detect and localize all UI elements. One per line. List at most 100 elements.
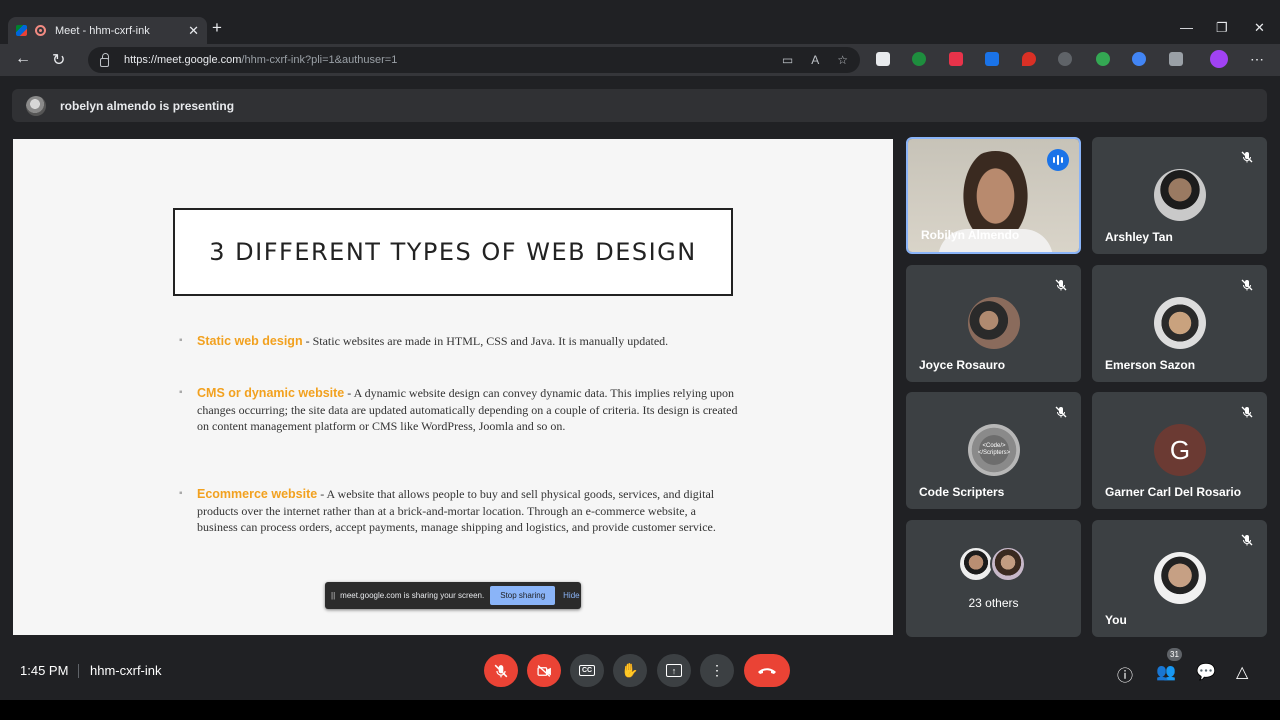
others-tile[interactable]: 23 others (906, 520, 1081, 637)
participant-tile[interactable]: Arshley Tan (1092, 137, 1267, 254)
participant-name: Robilyn Almendo (921, 228, 1020, 242)
meet-favicon-icon (16, 25, 27, 36)
others-count: 23 others (968, 596, 1019, 610)
skype-icon[interactable] (985, 52, 999, 66)
lock-icon (100, 52, 109, 67)
url-actions: ▭ A ☆ (782, 53, 848, 67)
meeting-controls-bar: 1:45 PM hhm-cxrf-ink CC ✋ ↑ ⋮ ⓘ 👥 31 💬 △ (0, 640, 1280, 700)
shared-screen: 3 DIFFERENT TYPES OF WEB DESIGN ▪ Static… (13, 139, 893, 635)
speaking-indicator-icon (1047, 149, 1069, 171)
mic-off-icon (1055, 279, 1067, 291)
minimize-button[interactable]: — (1180, 20, 1193, 35)
chat-icon[interactable]: 💬 (1196, 662, 1216, 682)
puzzle-icon[interactable] (1169, 52, 1183, 66)
slide-bullet: ▪ Ecommerce website - A website that all… (179, 487, 716, 534)
participant-tile[interactable]: G Garner Carl Del Rosario (1092, 392, 1267, 509)
divider (78, 664, 79, 678)
mic-off-button[interactable] (484, 654, 518, 687)
sharing-notification: || meet.google.com is sharing your scree… (325, 582, 581, 609)
participant-tile[interactable]: Joyce Rosauro (906, 265, 1081, 382)
participant-name: Joyce Rosauro (919, 358, 1006, 372)
slide-bullet: ▪ CMS or dynamic website - A dynamic web… (179, 386, 738, 433)
recording-icon (35, 25, 46, 36)
captions-icon: CC (578, 665, 596, 676)
browser-tab[interactable]: Meet - hhm-cxrf-ink ✕ (8, 17, 207, 44)
participant-tile[interactable]: Robilyn Almendo (906, 137, 1081, 254)
grammar-icon[interactable] (1096, 52, 1110, 66)
stop-sharing-button[interactable]: Stop sharing (490, 586, 556, 605)
download-extension-icon[interactable] (912, 52, 926, 66)
info-icon[interactable]: ⓘ (1117, 662, 1133, 686)
favorite-icon[interactable]: ☆ (837, 53, 848, 67)
avatar (968, 297, 1020, 349)
mic-off-icon (1241, 534, 1253, 546)
url-text: https://meet.google.com/hhm-cxrf-ink?pli… (124, 54, 398, 66)
map-pin-icon[interactable] (1022, 52, 1036, 66)
new-tab-button[interactable]: + (212, 18, 222, 38)
raise-hand-button[interactable]: ✋ (613, 654, 647, 687)
avatar (958, 546, 994, 582)
participant-name: Emerson Sazon (1105, 358, 1196, 372)
presenter-avatar (26, 95, 46, 116)
back-icon[interactable]: ← (15, 50, 31, 68)
bottom-strip (0, 700, 1280, 720)
participant-tile[interactable]: Emerson Sazon (1092, 265, 1267, 382)
reload-icon[interactable]: ↻ (52, 50, 65, 70)
profile-avatar[interactable] (1210, 50, 1228, 68)
url-field[interactable]: https://meet.google.com/hhm-cxrf-ink?pli… (88, 47, 860, 73)
sync-icon[interactable] (1132, 52, 1146, 66)
participant-tile[interactable]: You (1092, 520, 1267, 637)
extension-icon[interactable] (876, 52, 890, 66)
people-count-badge: 31 (1167, 648, 1182, 661)
pocket-icon[interactable] (949, 52, 963, 66)
camera-off-button[interactable] (527, 654, 561, 687)
gear-extension-icon[interactable] (1058, 52, 1072, 66)
present-now-button[interactable]: ↑ (657, 654, 691, 687)
mic-off-icon (1055, 406, 1067, 418)
camera-icon[interactable]: ▭ (782, 53, 793, 67)
slide-title: 3 DIFFERENT TYPES OF WEB DESIGN (209, 238, 697, 266)
bullet-dot-icon: ▪ (179, 387, 183, 398)
participant-name: Code Scripters (919, 485, 1005, 499)
activities-icon[interactable]: △ (1236, 662, 1248, 682)
slide-title-box: 3 DIFFERENT TYPES OF WEB DESIGN (173, 208, 733, 296)
menu-icon[interactable]: ⋯ (1250, 51, 1264, 68)
bullet-dot-icon: ▪ (179, 488, 183, 499)
avatar (990, 546, 1026, 582)
present-icon: ↑ (666, 664, 682, 677)
read-aloud-icon[interactable]: A (811, 53, 819, 67)
meeting-time: 1:45 PM (20, 663, 69, 678)
avatar (1154, 552, 1206, 604)
participant-tile[interactable]: <Code/> </Scripters> Code Scripters (906, 392, 1081, 509)
hide-button[interactable]: Hide (563, 591, 579, 600)
restore-button[interactable]: ❐ (1216, 20, 1228, 36)
close-window-button[interactable]: ✕ (1254, 20, 1265, 36)
bullet-dot-icon: ▪ (179, 335, 183, 346)
hand-icon: ✋ (621, 662, 639, 678)
participant-name: Arshley Tan (1105, 230, 1173, 244)
captions-button[interactable]: CC (570, 654, 604, 687)
presenting-banner: robelyn almendo is presenting (12, 89, 1267, 122)
mic-off-icon (1241, 151, 1253, 163)
participant-name: You (1105, 613, 1127, 627)
avatar (1154, 297, 1206, 349)
leave-call-button[interactable] (744, 654, 790, 687)
mic-off-icon (1241, 279, 1253, 291)
browser-tab-strip: Meet - hhm-cxrf-ink ✕ + — ❐ ✕ (0, 0, 1280, 44)
sharing-message: meet.google.com is sharing your screen. (340, 591, 485, 600)
meeting-code: hhm-cxrf-ink (90, 663, 162, 678)
avatar (1154, 169, 1206, 221)
people-icon[interactable]: 👥 (1156, 662, 1176, 682)
mic-off-icon (494, 664, 508, 677)
hang-up-icon (758, 667, 776, 674)
more-options-button[interactable]: ⋮ (700, 654, 734, 687)
participant-name: Garner Carl Del Rosario (1105, 485, 1242, 499)
tab-title: Meet - hhm-cxrf-ink (55, 24, 150, 37)
code-scripters-logo: <Code/> </Scripters> (968, 424, 1020, 476)
avatar: G (1154, 424, 1206, 476)
pause-icon: || (331, 591, 336, 600)
slide-bullet: ▪ Static web design - Static websites ar… (179, 334, 669, 348)
address-bar-row: ← ↻ https://meet.google.com/hhm-cxrf-ink… (0, 44, 1280, 76)
more-vert-icon: ⋮ (710, 662, 724, 678)
close-tab-icon[interactable]: ✕ (188, 23, 199, 39)
